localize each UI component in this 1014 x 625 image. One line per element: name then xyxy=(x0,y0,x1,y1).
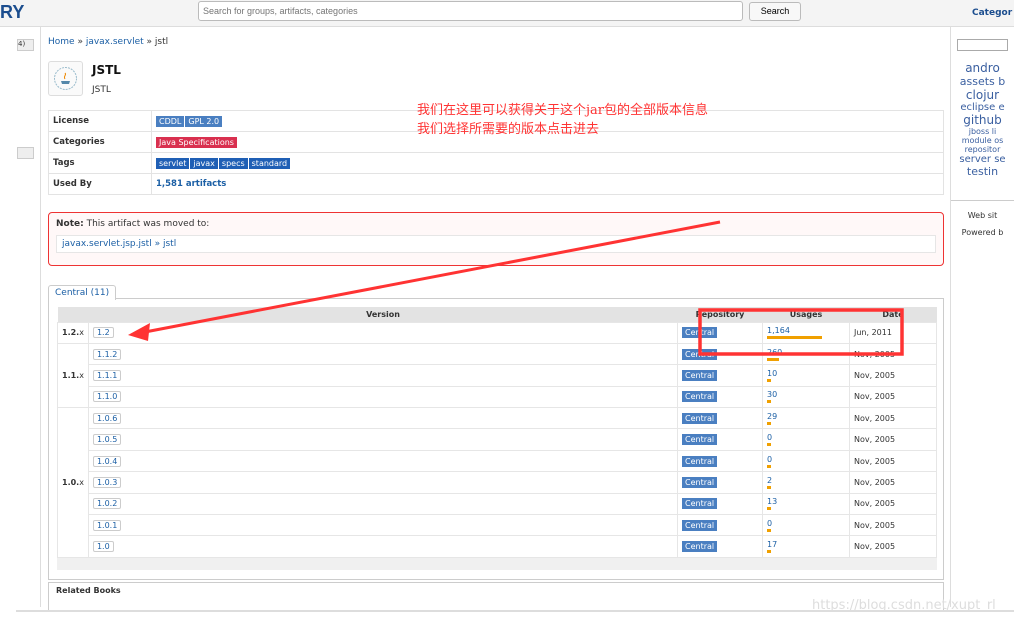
tab-central[interactable]: Central (11) xyxy=(48,285,117,300)
annotation-overlay xyxy=(128,220,904,356)
highlight-box xyxy=(698,308,904,356)
annotation-arrow xyxy=(144,220,721,334)
arrow-head xyxy=(128,323,150,341)
